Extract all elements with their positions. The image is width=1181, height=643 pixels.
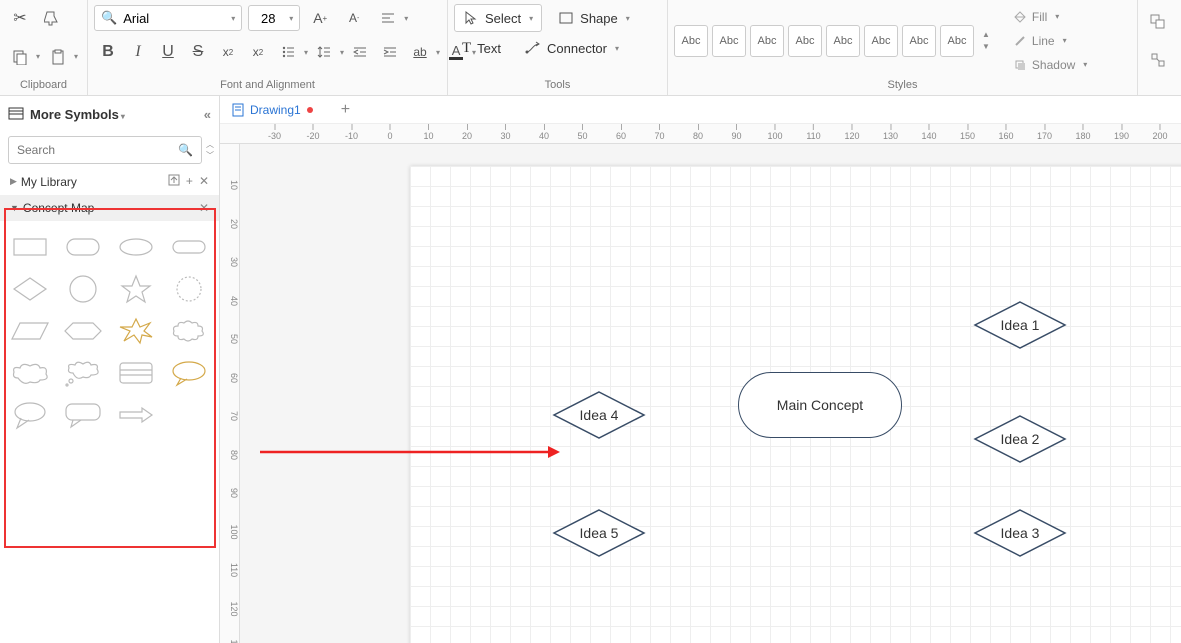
bullet-dropdown[interactable]: ▾ — [274, 38, 308, 66]
font-alignment-label: Font and Alignment — [94, 77, 441, 95]
shape-hexagon[interactable] — [59, 315, 108, 347]
shape-ellipse[interactable] — [112, 231, 161, 263]
search-input[interactable] — [17, 143, 172, 157]
node-idea-5[interactable]: Idea 5 — [552, 508, 646, 558]
shape-cloud-burst[interactable] — [164, 315, 213, 347]
my-library-section[interactable]: ▶ My Library + ✕ — [0, 168, 219, 195]
canvas-area: Drawing1 + -30-20-1001020304050607080901… — [220, 96, 1181, 643]
node-idea-3[interactable]: Idea 3 — [973, 508, 1067, 558]
shape-arrow-right[interactable] — [112, 399, 161, 431]
annotation-arrow — [260, 444, 560, 460]
font-size-select[interactable]: ▾ — [248, 5, 300, 31]
format-painter-button[interactable] — [38, 4, 66, 32]
group-button[interactable] — [1144, 46, 1172, 74]
shape-speech-oval[interactable] — [164, 357, 213, 389]
add-tab-button[interactable]: + — [341, 101, 350, 119]
ribbon-toolbar: ✂ ▾ ▾ Clipboard 🔍 ▾ — [0, 0, 1181, 96]
add-lib-icon[interactable]: + — [186, 174, 193, 189]
cut-button[interactable]: ✂ — [6, 4, 34, 32]
shape-thought-cloud[interactable] — [59, 357, 108, 389]
shape-library-grid — [0, 221, 219, 441]
close-section-icon[interactable]: ✕ — [199, 201, 209, 215]
shape-card[interactable] — [112, 357, 161, 389]
style-preset-1[interactable]: Abc — [674, 25, 708, 57]
bold-button[interactable]: B — [94, 38, 122, 66]
node-idea-1[interactable]: Idea 1 — [973, 300, 1067, 350]
increase-font-button[interactable]: A+ — [306, 4, 334, 32]
spacing-dropdown[interactable]: ▾ — [310, 38, 344, 66]
shadow-dropdown[interactable]: Shadow▾ — [1006, 54, 1095, 76]
arrange-button[interactable] — [1144, 8, 1172, 36]
ruler-horizontal: -30-20-100102030405060708090100110120130… — [240, 124, 1181, 144]
drawing-page[interactable]: Main Concept Idea 1 Idea 2 Idea 3 — [410, 166, 1181, 643]
node-idea-2[interactable]: Idea 2 — [973, 414, 1067, 464]
style-preset-3[interactable]: Abc — [750, 25, 784, 57]
style-preset-7[interactable]: Abc — [902, 25, 936, 57]
style-preset-2[interactable]: Abc — [712, 25, 746, 57]
canvas-viewport[interactable]: Main Concept Idea 1 Idea 2 Idea 3 — [240, 144, 1181, 643]
more-symbols-dropdown[interactable]: More Symbols▾ — [30, 107, 125, 122]
shape-parallelogram[interactable] — [6, 315, 55, 347]
shape-diamond[interactable] — [6, 273, 55, 305]
shape-rectangle[interactable] — [6, 231, 55, 263]
style-preset-5[interactable]: Abc — [826, 25, 860, 57]
connector-tool[interactable]: Connector▾ — [517, 34, 627, 62]
font-size-input[interactable] — [255, 11, 281, 26]
font-family-input[interactable] — [123, 11, 223, 26]
text-tool[interactable]: T Text — [454, 34, 509, 62]
highlight-dropdown[interactable]: ab▾ — [406, 38, 440, 66]
node-idea-4[interactable]: Idea 4 — [552, 390, 646, 440]
copy-dropdown[interactable]: ▾ — [6, 43, 40, 71]
sidebar-collapse-button[interactable]: « — [204, 107, 211, 122]
clipboard-label: Clipboard — [6, 77, 81, 95]
search-icon[interactable]: 🔍 — [178, 143, 193, 157]
superscript-button[interactable]: x2 — [214, 38, 242, 66]
styles-label: Styles — [674, 77, 1131, 95]
shape-burst[interactable] — [164, 273, 213, 305]
search-down-icon[interactable]: ﹀ — [206, 150, 214, 161]
unsaved-dot-icon — [307, 107, 313, 113]
style-gallery: Abc Abc Abc Abc Abc Abc Abc Abc — [674, 25, 974, 57]
import-lib-icon[interactable] — [168, 174, 180, 189]
fill-dropdown[interactable]: Fill▾ — [1006, 6, 1095, 28]
shape-explosion[interactable] — [112, 315, 161, 347]
shape-speech-rect[interactable] — [59, 399, 108, 431]
concept-map-section[interactable]: ▼ Concept Map ✕ — [0, 195, 219, 221]
library-icon — [8, 106, 24, 123]
decrease-font-button[interactable]: A- — [340, 4, 368, 32]
style-preset-6[interactable]: Abc — [864, 25, 898, 57]
strikethrough-button[interactable]: S — [184, 38, 212, 66]
shape-cloud[interactable] — [6, 357, 55, 389]
style-preset-4[interactable]: Abc — [788, 25, 822, 57]
indent-left-button[interactable] — [346, 38, 374, 66]
shape-rounded-rect[interactable] — [59, 231, 108, 263]
subscript-button[interactable]: x2 — [244, 38, 272, 66]
sidebar: More Symbols▾ « 🔍 ︿ ﹀ ▶ My Library + ✕ — [0, 96, 220, 643]
indent-right-button[interactable] — [376, 38, 404, 66]
search-input-container[interactable]: 🔍 — [8, 136, 202, 164]
shape-circle[interactable] — [59, 273, 108, 305]
shape-star[interactable] — [112, 273, 161, 305]
select-tool[interactable]: Select▾ — [454, 4, 542, 32]
style-gallery-scroll[interactable]: ▲▼ — [978, 30, 994, 51]
line-dropdown[interactable]: Line▾ — [1006, 30, 1095, 52]
paste-dropdown[interactable]: ▾ — [44, 43, 78, 71]
node-main-concept[interactable]: Main Concept — [738, 372, 902, 438]
shape-speech-bubble-1[interactable] — [6, 399, 55, 431]
align-dropdown[interactable]: ▾ — [374, 4, 408, 32]
font-family-select[interactable]: 🔍 ▾ — [94, 5, 242, 31]
italic-button[interactable]: I — [124, 38, 152, 66]
shape-stadium[interactable] — [164, 231, 213, 263]
close-lib-icon[interactable]: ✕ — [199, 174, 209, 189]
document-tab[interactable]: Drawing1 — [232, 103, 313, 117]
tools-label: Tools — [454, 77, 661, 95]
style-preset-8[interactable]: Abc — [940, 25, 974, 57]
underline-button[interactable]: U — [154, 38, 182, 66]
shape-tool[interactable]: Shape▾ — [550, 4, 638, 32]
search-icon: 🔍 — [101, 10, 117, 26]
search-up-icon[interactable]: ︿ — [206, 139, 214, 150]
ruler-vertical: 102030405060708090100110120130 — [220, 144, 240, 643]
